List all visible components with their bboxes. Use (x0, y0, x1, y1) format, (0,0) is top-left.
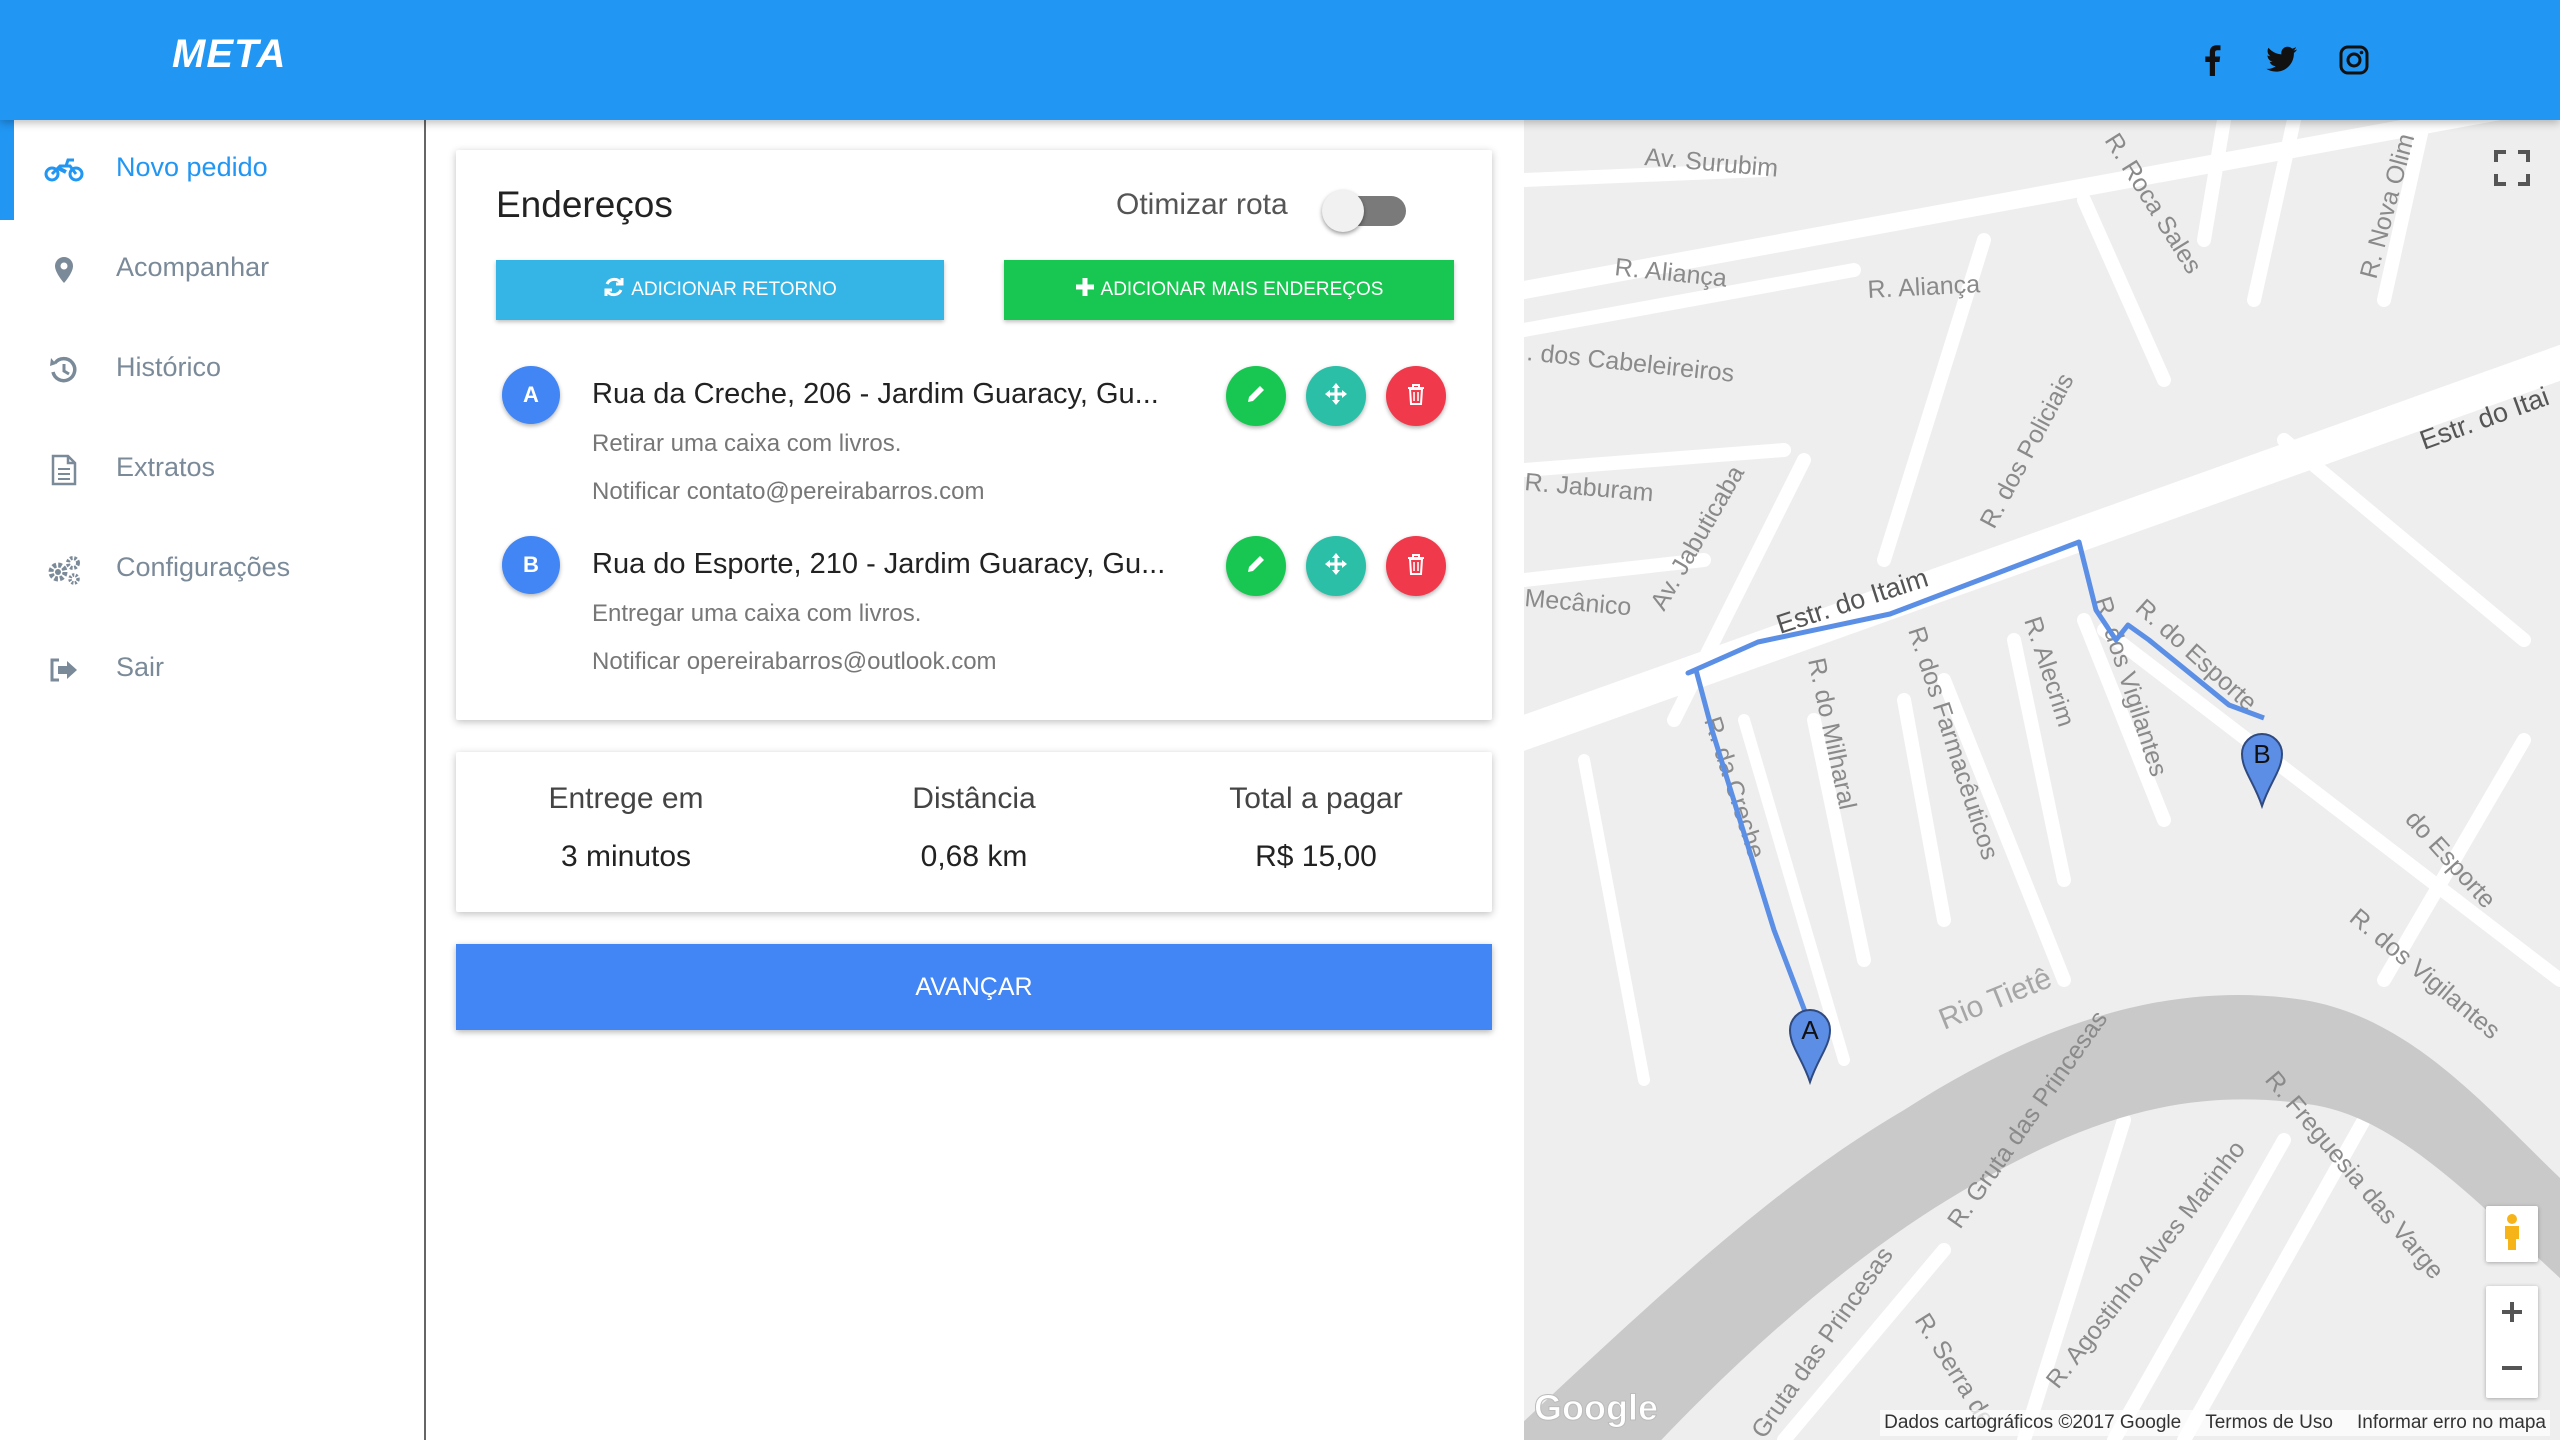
twitter-icon[interactable] (2262, 40, 2302, 80)
sidebar-item-configuracoes[interactable]: Configurações (0, 520, 424, 620)
stop-note: Entregar uma caixa com livros. (592, 600, 922, 627)
motorcycle-icon (44, 150, 84, 190)
total-price-value: R$ 15,00 (1255, 840, 1377, 873)
sidebar-item-acompanhar[interactable]: Acompanhar (0, 220, 424, 320)
document-icon (44, 450, 84, 490)
sidebar-item-novo-pedido[interactable]: Novo pedido (0, 120, 424, 220)
terms-link[interactable]: Termos de Uso (2205, 1412, 2333, 1434)
fullscreen-icon (2494, 149, 2530, 191)
stop-address: Rua da Creche, 206 - Jardim Guaracy, Gu.… (592, 378, 1159, 410)
google-logo: Google (1534, 1387, 1658, 1428)
optimize-route-toggle[interactable] (1322, 190, 1406, 232)
address-stop-a: A Rua da Creche, 206 - Jardim Guaracy, G… (502, 366, 1462, 526)
sign-out-icon (44, 650, 84, 690)
distance: Distância 0,68 km (804, 752, 1144, 912)
zoom-out-button[interactable] (2499, 1355, 2525, 1386)
toggle-knob (1322, 190, 1364, 232)
distance-value: 0,68 km (920, 840, 1028, 873)
advance-button[interactable]: AVANÇAR (456, 944, 1492, 1030)
add-return-button[interactable]: ADICIONAR RETORNO (496, 260, 944, 320)
refresh-icon (603, 276, 625, 304)
pencil-icon (1245, 553, 1267, 580)
address-stop-b: B Rua do Esporte, 210 - Jardim Guaracy, … (502, 536, 1462, 696)
sidebar-item-extratos[interactable]: Extratos (0, 420, 424, 520)
move-arrows-icon (1323, 551, 1349, 582)
stop-notify: Notificar opereirabarros@outlook.com (592, 648, 997, 675)
instagram-icon[interactable] (2334, 40, 2374, 80)
marker-a[interactable]: A (1788, 1009, 1832, 1086)
map-footer: Dados cartográficos ©2017 Google Termos … (1880, 1410, 2550, 1436)
stop-marker: B (502, 536, 560, 594)
total-price-label: Total a pagar (1229, 782, 1403, 815)
sidebar-item-label: Novo pedido (116, 152, 268, 182)
street-label: . dos Cabeleireiros (1525, 338, 1735, 388)
app-header: META (0, 0, 2560, 120)
route-map[interactable]: Av. Surubim R. Aliança R. Aliança . dos … (1524, 120, 2560, 1440)
distance-label: Distância (912, 782, 1036, 815)
street-label: R. Aliança (1867, 270, 1981, 304)
delete-stop-button[interactable] (1386, 366, 1446, 426)
trash-icon (1406, 383, 1426, 410)
edit-stop-button[interactable] (1226, 366, 1286, 426)
street-label: R. Jaburam (1524, 468, 1655, 507)
street-label: Mecânico (1524, 584, 1633, 621)
street-view-pegman[interactable] (2486, 1206, 2538, 1262)
edit-stop-button[interactable] (1226, 536, 1286, 596)
optimize-route-label: Otimizar rota (1116, 188, 1288, 221)
zoom-controls (2486, 1286, 2538, 1398)
addresses-card: Endereços Otimizar rota ADICIONAR RETORN… (456, 150, 1492, 720)
move-stop-button[interactable] (1306, 366, 1366, 426)
fullscreen-button[interactable] (2484, 142, 2540, 198)
delete-stop-button[interactable] (1386, 536, 1446, 596)
sidebar-item-label: Acompanhar (116, 252, 270, 282)
delivery-time: Entrege em 3 minutos (456, 752, 796, 912)
map-pin-icon (44, 250, 84, 290)
move-arrows-icon (1323, 381, 1349, 412)
sidebar: Novo pedido Acompanhar Histórico Extrato… (0, 120, 426, 1440)
marker-label: B (2253, 739, 2270, 769)
history-icon (44, 350, 84, 390)
move-stop-button[interactable] (1306, 536, 1366, 596)
delivery-time-label: Entrege em (548, 782, 704, 815)
sidebar-item-sair[interactable]: Sair (0, 620, 424, 720)
gears-icon (44, 550, 84, 590)
facebook-icon[interactable] (2192, 40, 2232, 80)
report-error-link[interactable]: Informar erro no mapa (2357, 1412, 2546, 1434)
pegman-icon (2500, 1212, 2524, 1257)
sidebar-item-label: Configurações (116, 552, 291, 582)
app-logo[interactable]: META (172, 32, 286, 77)
stop-notify: Notificar contato@pereirabarros.com (592, 478, 985, 505)
add-return-label: ADICIONAR RETORNO (631, 279, 837, 300)
add-more-label: ADICIONAR MAIS ENDEREÇOS (1100, 279, 1384, 300)
sidebar-item-label: Sair (116, 652, 165, 682)
stop-marker: A (502, 366, 560, 424)
plus-icon (1075, 277, 1095, 303)
marker-b[interactable]: B (2240, 733, 2284, 810)
sidebar-item-label: Extratos (116, 452, 216, 482)
marker-label: A (1801, 1015, 1819, 1045)
street-label: R. dos Policiais (1975, 369, 2080, 533)
river-label: Rio Tietê (1934, 962, 2056, 1037)
sidebar-item-label: Histórico (116, 352, 222, 382)
delivery-time-value: 3 minutos (560, 840, 692, 873)
zoom-in-button[interactable] (2499, 1299, 2525, 1330)
map-data-credit: Dados cartográficos ©2017 Google (1884, 1412, 2182, 1433)
pencil-icon (1245, 383, 1267, 410)
trash-icon (1406, 553, 1426, 580)
total-price: Total a pagar R$ 15,00 (1146, 752, 1486, 912)
map-canvas[interactable]: Av. Surubim R. Aliança R. Aliança . dos … (1524, 120, 2560, 1440)
order-summary-card: Entrege em 3 minutos Distância 0,68 km T… (456, 752, 1492, 912)
add-more-addresses-button[interactable]: ADICIONAR MAIS ENDEREÇOS (1004, 260, 1454, 320)
stop-address: Rua do Esporte, 210 - Jardim Guaracy, Gu… (592, 548, 1166, 580)
stop-note: Retirar uma caixa com livros. (592, 430, 902, 457)
addresses-title: Endereços (496, 184, 673, 225)
sidebar-item-historico[interactable]: Histórico (0, 320, 424, 420)
